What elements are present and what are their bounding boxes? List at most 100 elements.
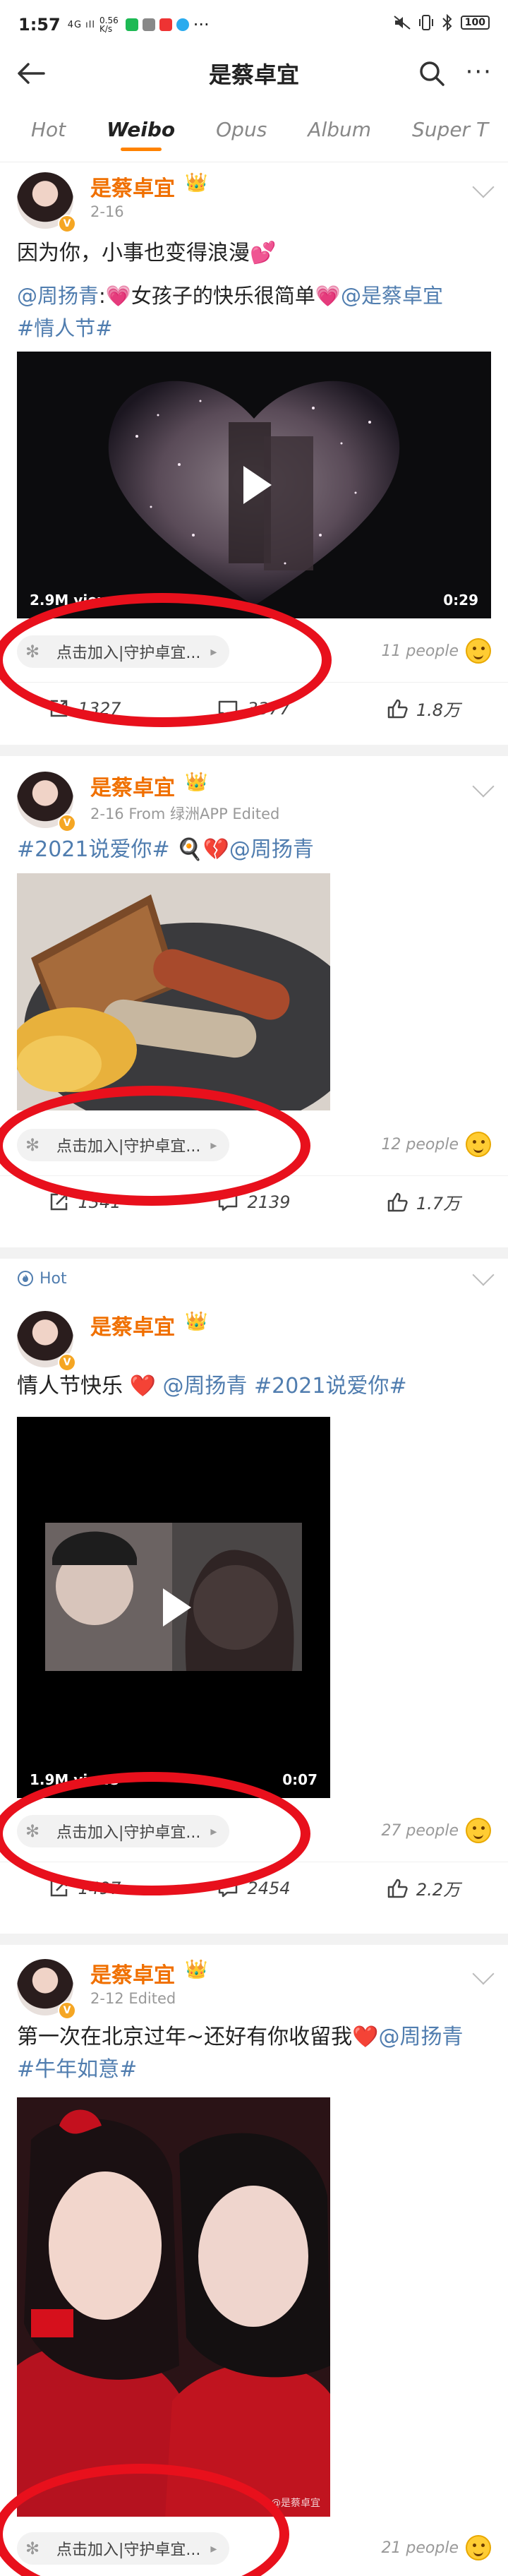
chevron-right-icon: ▸ xyxy=(210,644,217,659)
video-duration: 0:29 xyxy=(443,592,478,609)
chevron-down-icon[interactable] xyxy=(472,176,495,198)
hot-label-bar: Hot xyxy=(0,1259,508,1298)
support-row: ✻ 点击加入|守护卓宜... ▸ 11 people xyxy=(0,623,508,682)
author-name[interactable]: 是蔡卓宜 xyxy=(90,770,175,801)
repost-button[interactable]: 1327 xyxy=(0,698,169,719)
hashtag-link[interactable]: #2021说爱你# xyxy=(17,837,170,862)
likers-count[interactable]: 27 people xyxy=(381,1822,459,1840)
support-row: ✻ 点击加入|守护卓宜... ▸ 21 people xyxy=(0,2520,508,2576)
mention-link[interactable]: @周扬青 xyxy=(162,1374,247,1398)
status-time: 1:57 xyxy=(18,15,61,35)
hashtag-link[interactable]: #牛年如意# xyxy=(17,2057,137,2082)
smile-emoji-icon xyxy=(466,1132,491,1157)
repost-button[interactable]: 1497 xyxy=(0,1878,169,1899)
crown-icon: 👑 xyxy=(185,772,208,793)
author-name[interactable]: 是蔡卓宜 xyxy=(90,1958,175,1989)
verified-badge-icon: V xyxy=(58,814,76,832)
profile-tabs: Hot Weibo Opus Album Super T xyxy=(0,97,508,162)
tab-album[interactable]: Album xyxy=(308,118,371,141)
hashtag-link[interactable]: #2021说爱你# xyxy=(247,1374,407,1398)
smile-emoji-icon xyxy=(466,1818,491,1843)
more-notifications: ··· xyxy=(193,15,210,35)
play-icon[interactable] xyxy=(142,1576,205,1639)
top-nav-bar: 是蔡卓宜 ··· xyxy=(0,49,508,97)
video-player[interactable]: 2.9M views 0:29 xyxy=(17,352,491,618)
likers-count[interactable]: 12 people xyxy=(381,1136,459,1154)
hashtag-link[interactable]: #情人节# xyxy=(17,316,113,340)
shared-text: @周扬青:💗女孩子的快乐很简单💗@是蔡卓宜 #情人节# xyxy=(17,284,444,340)
wechat-icon xyxy=(125,18,138,31)
food-photo xyxy=(17,873,330,1110)
join-support-button[interactable]: ✻ 点击加入|守护卓宜... ▸ xyxy=(17,1129,230,1161)
chevron-right-icon: ▸ xyxy=(210,1137,217,1153)
network-speed: 0.56 K/s xyxy=(99,16,119,34)
post-actions: 1341 2139 1.7万 xyxy=(0,1175,508,1228)
video-player[interactable]: 1.9M views 0:07 xyxy=(17,1417,330,1798)
loading-icon: ✻ xyxy=(25,2539,40,2558)
post-image[interactable] xyxy=(17,873,330,1110)
tab-weibo[interactable]: Weibo xyxy=(107,118,175,151)
like-button[interactable]: 1.7万 xyxy=(339,1190,508,1214)
play-icon[interactable] xyxy=(222,453,286,517)
like-button[interactable]: 2.2万 xyxy=(339,1876,508,1900)
chevron-down-icon[interactable] xyxy=(472,1963,495,1985)
share-icon xyxy=(51,700,68,717)
mention-link[interactable]: @是蔡卓宜 xyxy=(341,284,443,308)
join-support-button[interactable]: ✻ 点击加入|守护卓宜... ▸ xyxy=(17,1815,230,1847)
comment-button[interactable]: 2454 xyxy=(169,1878,339,1899)
chevron-right-icon: ▸ xyxy=(210,2541,217,2556)
likers-count[interactable]: 21 people xyxy=(381,2539,459,2557)
feed-post: V 是蔡卓宜 👑 2-16 因为你，小事也变得浪漫💕 @周扬青:💗女孩子的快乐很… xyxy=(0,167,508,756)
signal-indicator: 4G ıll xyxy=(67,19,96,30)
tab-hot[interactable]: Hot xyxy=(31,118,66,141)
post-meta: 2-16 xyxy=(90,203,124,220)
vibrate-icon xyxy=(418,15,433,30)
comment-button[interactable]: 2139 xyxy=(169,1192,339,1213)
image-watermark: @是蔡卓宜 xyxy=(271,2498,320,2509)
mention-link[interactable]: @周扬青 xyxy=(17,284,99,308)
chevron-down-icon[interactable] xyxy=(472,775,495,798)
tab-super-topic[interactable]: Super T xyxy=(412,118,488,141)
feed-post: V 是蔡卓宜 👑 2-12 Edited 第一次在北京过年~还好有你收留我❤️@… xyxy=(0,1953,508,2576)
mention-link[interactable]: @周扬青 xyxy=(379,2025,464,2049)
post-header: V 是蔡卓宜 👑 2-16 xyxy=(0,167,508,234)
chevron-right-icon: ▸ xyxy=(210,1823,217,1839)
comment-icon xyxy=(219,1880,238,1897)
author-name[interactable]: 是蔡卓宜 xyxy=(90,1310,175,1341)
loading-icon: ✻ xyxy=(25,1135,40,1155)
join-support-button[interactable]: ✻ 点击加入|守护卓宜... ▸ xyxy=(17,2532,230,2565)
share-icon xyxy=(51,1193,68,1210)
crown-icon: 👑 xyxy=(185,1959,208,1980)
telegram-icon xyxy=(176,18,189,31)
arrow-left-icon[interactable] xyxy=(16,61,47,86)
join-support-button[interactable]: ✻ 点击加入|守护卓宜... ▸ xyxy=(17,635,230,668)
battery-indicator: 100 xyxy=(460,16,490,30)
chevron-down-icon[interactable] xyxy=(472,1264,495,1286)
post-image[interactable]: @是蔡卓宜 xyxy=(17,2097,330,2517)
author-name[interactable]: 是蔡卓宜 xyxy=(90,171,175,202)
mention-link[interactable]: @周扬青 xyxy=(229,837,314,862)
tab-opus[interactable]: Opus xyxy=(216,118,267,141)
search-icon[interactable] xyxy=(418,59,446,88)
thumbs-up-icon xyxy=(387,1879,408,1898)
loading-icon: ✻ xyxy=(25,1821,40,1841)
verified-badge-icon: V xyxy=(58,2001,76,2020)
share-icon xyxy=(51,1879,68,1896)
notification-icons: ··· xyxy=(125,15,210,35)
repost-button[interactable]: 1341 xyxy=(0,1192,169,1213)
status-right: 100 xyxy=(393,14,490,31)
comment-button[interactable]: 3377 xyxy=(169,698,339,719)
loading-icon: ✻ xyxy=(25,642,40,661)
likers-count[interactable]: 11 people xyxy=(381,642,459,660)
post-actions: 1327 3377 1.8万 xyxy=(0,682,508,734)
crown-icon: 👑 xyxy=(185,172,208,193)
smile-emoji-icon xyxy=(466,638,491,664)
thumbs-up-icon xyxy=(387,699,408,718)
like-button[interactable]: 1.8万 xyxy=(339,696,508,721)
post-text: 第一次在北京过年~还好有你收留我❤️@周扬青 #牛年如意# xyxy=(17,2025,464,2082)
post-actions: 1497 2454 2.2万 xyxy=(0,1862,508,1914)
post-text: 因为你，小事也变得浪漫💕 xyxy=(17,241,277,265)
more-options-button[interactable]: ··· xyxy=(466,58,492,86)
feed-post: V 是蔡卓宜 👑 2-16 From 绿洲APP Edited #2021说爱你… xyxy=(0,766,508,1259)
post-text: 情人节快乐 ❤️ @周扬青 #2021说爱你# xyxy=(17,1374,407,1398)
